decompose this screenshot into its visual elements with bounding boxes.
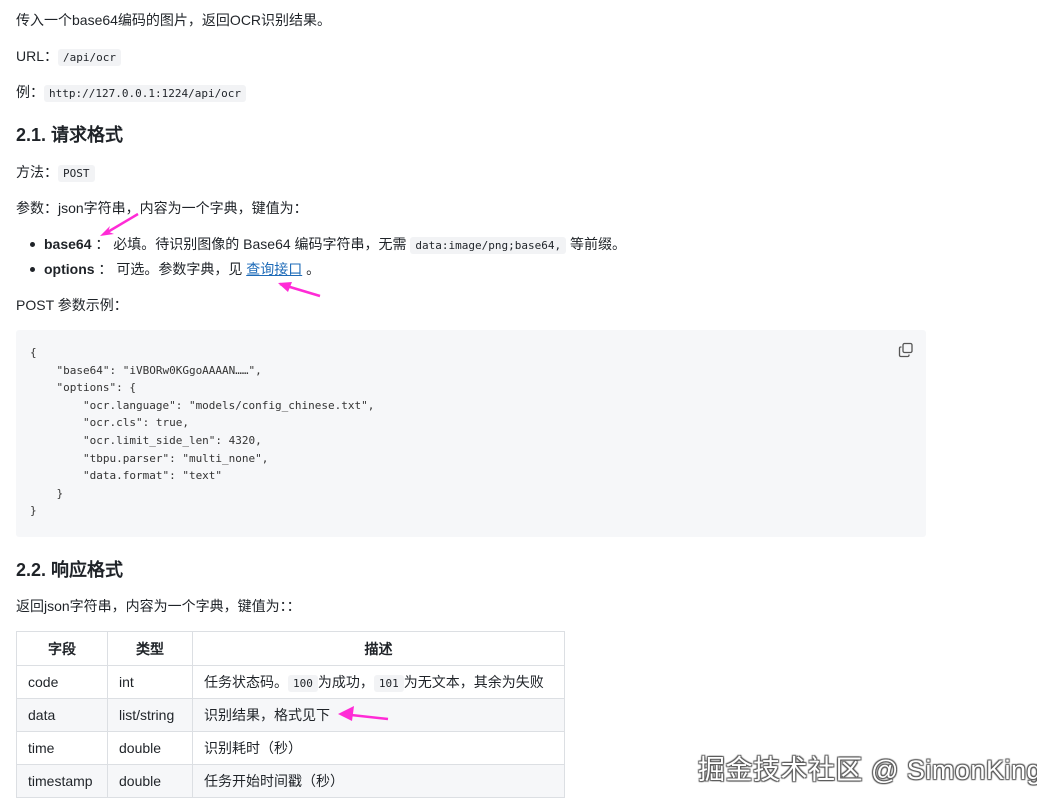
code-line: "ocr.language": "models/config_chinese.t… xyxy=(30,398,375,412)
watermark: 掘金技术社区 @ SimonKing xyxy=(698,755,1037,785)
code-line: "data.format": "text" xyxy=(30,469,223,483)
cell-desc: 识别耗时（秒） xyxy=(192,731,565,765)
header-desc: 描述 xyxy=(192,631,565,666)
table-row: data list/string 识别结果，格式见下 xyxy=(16,698,565,732)
section-response-title: 2.2. 响应格式 xyxy=(16,560,124,580)
cell-type: double xyxy=(107,764,193,798)
code-101: 101 xyxy=(373,675,404,692)
table-header-row: 字段 类型 描述 xyxy=(16,631,565,666)
cell-field: time xyxy=(16,731,108,765)
example-label: 例： xyxy=(16,84,44,100)
code-line: { xyxy=(30,346,37,359)
param-desc: 必填。待识别图像的 Base64 编码字符串，无需 xyxy=(113,236,411,252)
header-field: 字段 xyxy=(16,631,108,666)
cell-field: code xyxy=(16,665,108,699)
cell-field: timestamp xyxy=(16,764,108,798)
url-label: URL： xyxy=(16,48,59,64)
code-block: { "base64": "iVBORw0KGgoAAAAN……", "optio… xyxy=(16,330,926,537)
code-line: "ocr.limit_side_len": 4320, xyxy=(30,433,262,447)
cell-desc: 任务开始时间戳（秒） xyxy=(192,764,565,798)
table-row: code int 任务状态码。 100 为成功， 101 为无文本，其余为失败 xyxy=(16,665,565,699)
query-api-link[interactable]: 查询接口 xyxy=(246,261,302,277)
method-line: 方法： POST xyxy=(16,161,95,185)
prefix-code: data:image/png;base64, xyxy=(410,237,567,254)
desc-text: 为成功， xyxy=(317,674,374,690)
param-sep: ： xyxy=(91,236,110,252)
copy-icon[interactable] xyxy=(898,342,914,358)
response-text: 返回json字符串，内容为一个字典，键值为：： xyxy=(16,598,301,614)
code-line: "base64": "iVBORw0KGgoAAAAN……", xyxy=(30,363,262,377)
desc-text: 任务状态码。 xyxy=(204,674,288,690)
arrow-annotation-icon xyxy=(278,282,321,298)
list-item-options: options ： 可选。参数字典，见 查询接口 。 xyxy=(29,258,321,280)
method-code: POST xyxy=(58,165,95,182)
section-request-title: 2.1. 请求格式 xyxy=(16,125,124,145)
cell-type: int xyxy=(107,665,193,699)
code-line: "options": { xyxy=(30,381,136,395)
param-desc-after: 等前缀。 xyxy=(566,236,627,252)
params-text: 参数：json字符串，内容为一个字典，键值为： xyxy=(16,200,308,216)
post-example-label: POST 参数示例： xyxy=(16,297,128,313)
code-100: 100 xyxy=(288,675,318,692)
param-key: options xyxy=(44,261,95,277)
table-row: timestamp double 任务开始时间戳（秒） xyxy=(16,764,565,798)
url-code: /api/ocr xyxy=(58,49,121,66)
param-desc: 可选。参数字典，见 xyxy=(116,261,247,277)
arrow-annotation-icon xyxy=(100,212,139,236)
example-line: 例： http://127.0.0.1:1224/api/ocr xyxy=(16,81,247,105)
table-row: time double 识别耗时（秒） xyxy=(16,731,565,765)
url-line: URL：/api/ocr xyxy=(16,45,121,69)
method-label: 方法： xyxy=(16,164,58,180)
code-line: "tbpu.parser": "multi_none", xyxy=(30,451,269,465)
arrow-annotation-icon xyxy=(338,706,389,721)
code-line: } xyxy=(30,504,37,518)
cell-desc: 任务状态码。 100 为成功， 101 为无文本，其余为失败 xyxy=(192,665,565,699)
intro-text: 传入一个base64编码的图片，返回OCR识别结果。 xyxy=(16,12,332,28)
code-line: } xyxy=(30,486,64,500)
cell-type: list/string xyxy=(107,698,193,732)
response-table: 字段 类型 描述 code int 任务状态码。 100 为成功， 101 为无文本，其… xyxy=(16,631,565,798)
param-desc-after: 。 xyxy=(302,261,321,277)
example-code: http://127.0.0.1:1224/api/ocr xyxy=(44,85,247,102)
param-key: base64 xyxy=(44,236,92,252)
header-type: 类型 xyxy=(107,631,193,666)
cell-type: double xyxy=(107,731,193,765)
param-sep: ： xyxy=(94,261,113,277)
code-line: "ocr.cls": true, xyxy=(30,416,189,430)
desc-text: 为无文本，其余为失败 xyxy=(403,674,544,690)
cell-field: data xyxy=(16,698,108,732)
code-content: { "base64": "iVBORw0KGgoAAAAN……", "optio… xyxy=(30,344,374,520)
